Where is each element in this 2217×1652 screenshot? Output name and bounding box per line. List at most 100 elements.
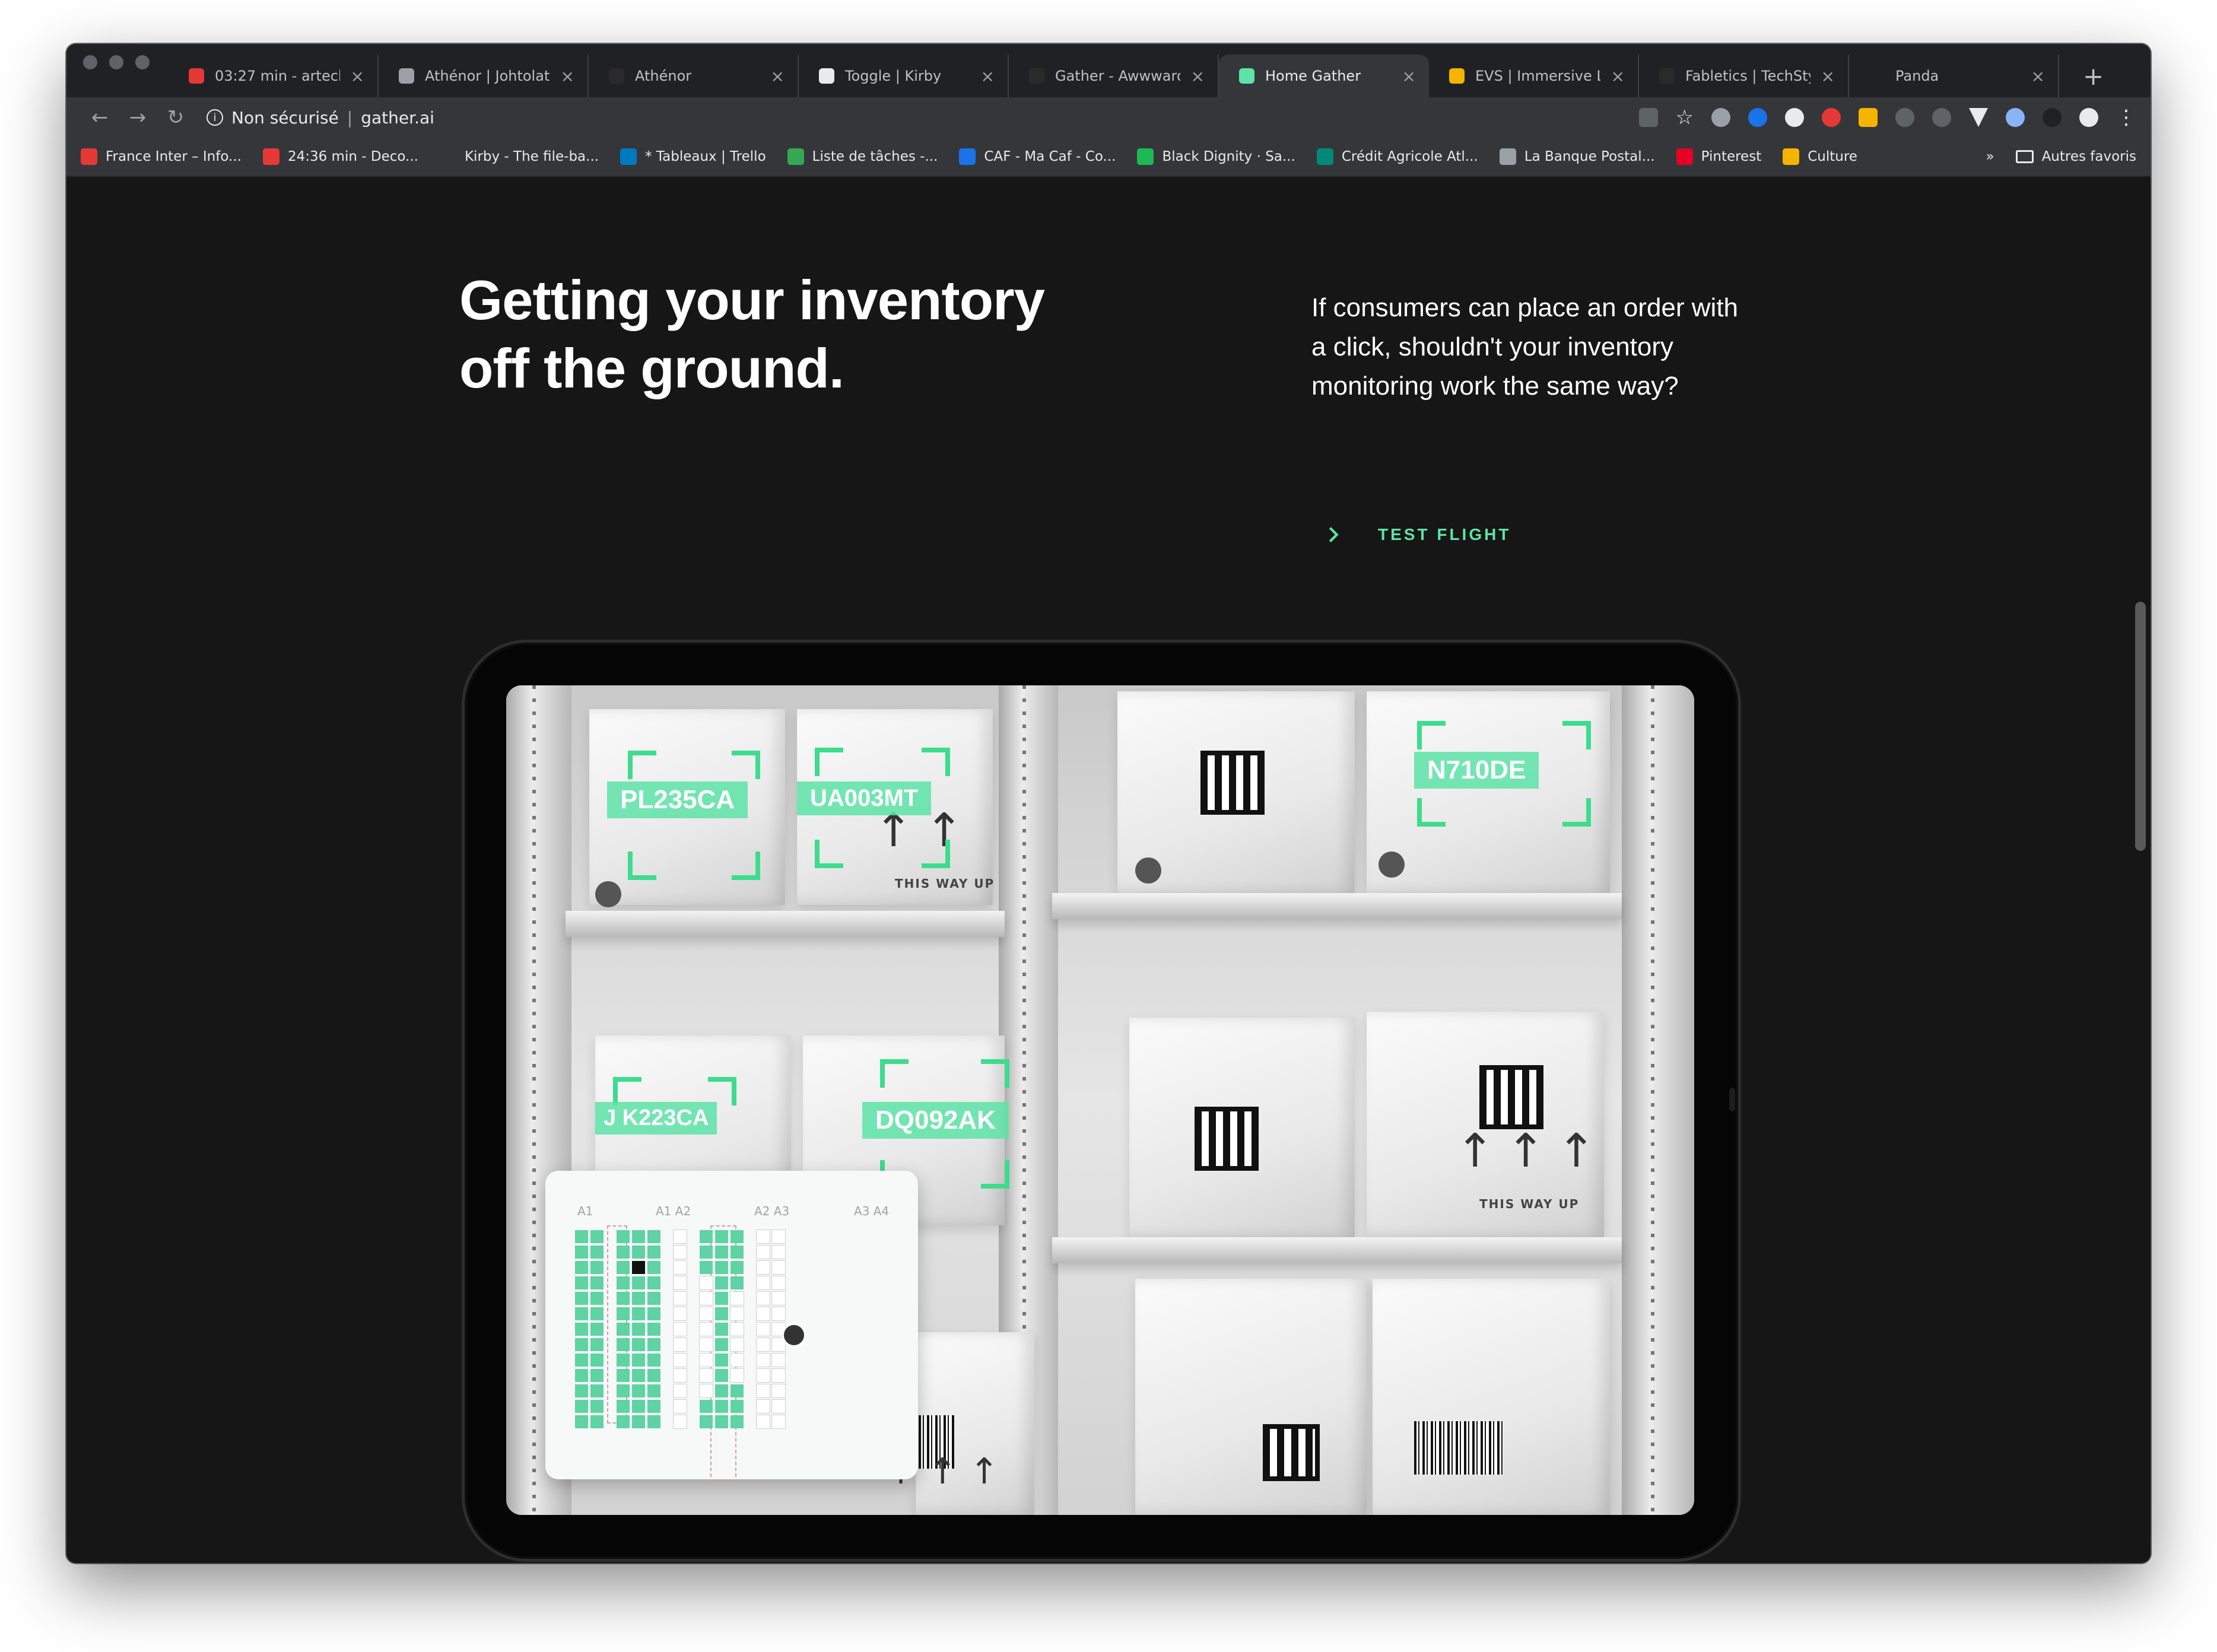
bookmark-star-icon[interactable]: ☆: [1676, 106, 1694, 129]
bookmark-item[interactable]: CAF - Ma Caf - Co...: [959, 148, 1116, 165]
bookmark-item[interactable]: Kirby - The file-ba...: [439, 148, 599, 165]
scan-bracket: [815, 840, 843, 868]
bookmark-favicon-icon: [1316, 148, 1333, 165]
browser-tab[interactable]: Panda ×: [1849, 55, 2059, 97]
minimize-window-button[interactable]: [109, 55, 123, 69]
inventory-slot: [673, 1291, 687, 1305]
browser-tab[interactable]: Athénor ×: [589, 55, 799, 97]
page-scrollbar-track[interactable]: [2129, 177, 2151, 1563]
bookmark-item[interactable]: La Banque Postal...: [1499, 148, 1655, 165]
back-button[interactable]: ←: [81, 106, 119, 129]
inventory-slot: [590, 1400, 604, 1413]
profile-avatar[interactable]: [2079, 108, 2098, 127]
inventory-slot: [617, 1323, 630, 1336]
inventory-slot: [673, 1415, 687, 1429]
inventory-slot: [771, 1230, 786, 1244]
other-bookmarks-folder[interactable]: Autres favoris: [2015, 149, 2136, 164]
inventory-slot: [617, 1246, 630, 1259]
bookmark-item[interactable]: Culture: [1783, 148, 1857, 165]
menu-icon[interactable]: ⋮: [2116, 106, 2136, 129]
reload-button[interactable]: ↻: [157, 106, 195, 129]
bookmark-item[interactable]: 24:36 min - Deco...: [262, 148, 418, 165]
inventory-slot: [575, 1292, 588, 1305]
new-tab-button[interactable]: +: [2059, 55, 2104, 97]
inventory-slot: [575, 1400, 588, 1413]
browser-tab[interactable]: Home Gather ×: [1219, 55, 1429, 97]
qr-code: [1479, 1065, 1543, 1129]
inventory-slot: [756, 1353, 770, 1367]
bookmark-item[interactable]: Black Dignity · Sa...: [1137, 148, 1295, 165]
scan-bracket: [922, 748, 950, 776]
inventory-map-card[interactable]: A1 A1 A2 A2 A3 A3 A4: [545, 1171, 918, 1483]
browser-tab[interactable]: Fabletics | TechSty ×: [1639, 55, 1849, 97]
maximize-window-button[interactable]: [135, 55, 150, 69]
inventory-column: [632, 1230, 645, 1428]
this-way-up-arrows: ↑↑↑: [1456, 1124, 1608, 1178]
browser-tab[interactable]: EVS | Immersive Liv ×: [1429, 55, 1639, 97]
extension-icon[interactable]: [1822, 108, 1841, 127]
address-bar[interactable]: i Non sécurisé | gather.ai: [207, 102, 434, 133]
inventory-slot: [590, 1276, 604, 1289]
bookmark-label: La Banque Postal...: [1524, 149, 1655, 164]
qr-code: [1200, 751, 1265, 815]
extension-icon[interactable]: [1895, 108, 1914, 127]
extension-icon[interactable]: [1785, 108, 1804, 127]
inventory-slot: [673, 1322, 687, 1336]
browser-tab[interactable]: Athénor | Johtolat ×: [379, 55, 589, 97]
inventory-slot: [590, 1230, 604, 1243]
inventory-slot: [632, 1307, 645, 1320]
close-tab-icon[interactable]: ×: [981, 66, 995, 86]
extension-icon[interactable]: [1711, 108, 1730, 127]
bookmark-item[interactable]: France Inter – Info...: [81, 148, 242, 165]
bookmark-favicon-icon: [1499, 148, 1516, 165]
extension-icon[interactable]: [1748, 108, 1767, 127]
inventory-slot: [647, 1246, 660, 1259]
browser-tab[interactable]: Toggle | Kirby ×: [799, 55, 1009, 97]
bookmark-item[interactable]: Crédit Agricole Atl...: [1316, 148, 1478, 165]
qr-code: [1263, 1424, 1320, 1481]
bookmark-favicon-icon: [959, 148, 976, 165]
close-window-button[interactable]: [83, 55, 97, 69]
bookmark-favicon-icon: [1783, 148, 1800, 165]
extension-icon[interactable]: [2006, 108, 2025, 127]
inventory-slot: [699, 1353, 713, 1367]
info-icon[interactable]: i: [207, 109, 223, 126]
bookmark-favicon-icon: [439, 148, 456, 165]
inventory-slot: [632, 1246, 645, 1259]
browser-tab[interactable]: 03:27 min - arteck ×: [169, 55, 379, 97]
column-label: A3 A4: [854, 1204, 890, 1218]
test-flight-link[interactable]: TEST FLIGHT: [1323, 525, 1511, 545]
barcode: [1414, 1421, 1503, 1475]
inventory-slot: [590, 1307, 604, 1320]
close-tab-icon[interactable]: ×: [1611, 66, 1625, 86]
close-tab-icon[interactable]: ×: [1821, 66, 1835, 86]
shelf-beam: [566, 911, 1005, 937]
close-tab-icon[interactable]: ×: [561, 66, 574, 86]
inventory-slot: [700, 1246, 713, 1259]
headline-line-1: Getting your inventory: [459, 269, 1045, 331]
bookmark-item[interactable]: Liste de tâches -...: [787, 148, 938, 165]
bookmark-item[interactable]: * Tableaux | Trello: [620, 148, 766, 165]
close-tab-icon[interactable]: ×: [1191, 66, 1205, 86]
inventory-slot: [590, 1369, 604, 1382]
bookmarks-overflow-button[interactable]: »: [1986, 149, 1994, 164]
extension-icon[interactable]: [1969, 108, 1988, 127]
column-label: A1 A2: [656, 1204, 691, 1218]
translate-icon[interactable]: [1638, 108, 1658, 127]
close-tab-icon[interactable]: ×: [1402, 66, 1416, 86]
extension-icon[interactable]: [1859, 108, 1878, 127]
extension-icon[interactable]: [2043, 108, 2062, 127]
map-scroll-knob-icon[interactable]: [782, 1323, 806, 1348]
inventory-slot: [673, 1338, 687, 1352]
close-tab-icon[interactable]: ×: [351, 66, 364, 86]
extension-icon[interactable]: [1932, 108, 1951, 127]
inventory-slot: [647, 1415, 660, 1428]
bookmark-item[interactable]: Pinterest: [1676, 148, 1761, 165]
close-tab-icon[interactable]: ×: [2031, 66, 2045, 86]
browser-tab[interactable]: Gather - Awwwards ×: [1009, 55, 1219, 97]
close-tab-icon[interactable]: ×: [771, 66, 784, 86]
inventory-slot: [673, 1260, 687, 1275]
page-scrollbar-thumb[interactable]: [2135, 602, 2146, 851]
inventory-slot: [730, 1368, 744, 1383]
forward-button[interactable]: →: [119, 106, 157, 129]
